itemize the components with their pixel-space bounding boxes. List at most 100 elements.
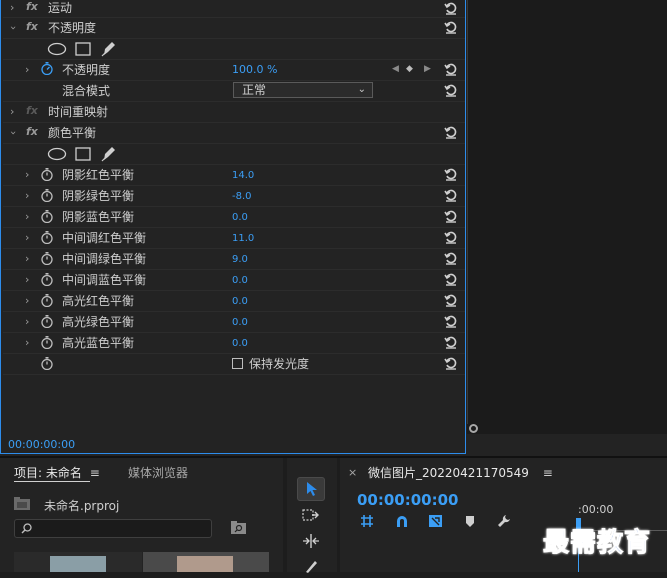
stopwatch-icon[interactable] (41, 294, 53, 307)
color-balance-param-row[interactable]: › 中间调绿色平衡 9.0 (3, 249, 465, 270)
color-balance-param-row[interactable]: › 阴影绿色平衡 -8.0 (3, 186, 465, 207)
effect-timeline-scrollbar[interactable] (467, 424, 667, 434)
chevron-right-icon[interactable]: › (25, 315, 29, 329)
blend-mode-select[interactable]: 正常 ⌄ (233, 82, 373, 98)
add-keyframe-icon[interactable]: ◆ (406, 64, 413, 74)
track-select-tool[interactable] (297, 504, 323, 526)
stopwatch-icon[interactable] (41, 210, 53, 223)
chevron-right-icon[interactable]: › (25, 294, 29, 308)
chevron-right-icon[interactable]: › (25, 63, 29, 77)
rectangle-mask-icon[interactable] (75, 42, 91, 56)
scroll-handle[interactable] (469, 424, 478, 433)
next-keyframe-icon[interactable]: ▶ (424, 64, 431, 74)
chevron-right-icon[interactable]: › (25, 231, 29, 245)
prev-keyframe-icon[interactable]: ◀ (392, 64, 399, 74)
wrench-icon[interactable] (497, 514, 511, 528)
stopwatch-icon[interactable] (41, 252, 53, 265)
param-value[interactable]: 14.0 (232, 169, 254, 183)
ellipse-mask-icon[interactable] (47, 147, 67, 161)
reset-icon[interactable] (444, 293, 458, 307)
effect-motion-row[interactable]: › fx 运动 (3, 0, 465, 18)
selection-tool[interactable] (297, 477, 325, 501)
color-balance-param-row[interactable]: › 高光蓝色平衡 0.0 (3, 333, 465, 354)
stopwatch-icon[interactable] (41, 189, 53, 202)
reset-icon[interactable] (444, 62, 458, 76)
add-marker-icon[interactable] (465, 515, 475, 528)
chevron-right-icon[interactable]: › (25, 336, 29, 350)
reset-icon[interactable] (444, 251, 458, 265)
param-value[interactable]: 0.0 (232, 337, 248, 351)
reset-icon[interactable] (444, 125, 458, 139)
param-value[interactable]: 11.0 (232, 232, 254, 246)
close-icon[interactable]: × (348, 466, 357, 479)
panel-menu-icon[interactable]: ≡ (90, 466, 100, 480)
search-input[interactable] (14, 519, 212, 538)
reset-icon[interactable] (444, 83, 458, 97)
ripple-edit-tool[interactable] (297, 530, 323, 552)
reset-icon[interactable] (444, 209, 458, 223)
nest-sequence-icon[interactable] (360, 514, 374, 528)
color-balance-param-row[interactable]: › 高光红色平衡 0.0 (3, 291, 465, 312)
reset-icon[interactable] (444, 272, 458, 286)
param-value[interactable]: 9.0 (232, 253, 248, 267)
stopwatch-icon[interactable] (41, 273, 53, 286)
pen-mask-icon[interactable] (101, 40, 117, 57)
stopwatch-icon[interactable] (41, 168, 53, 181)
fx-icon[interactable]: fx (26, 125, 38, 138)
color-balance-param-row[interactable]: › 中间调蓝色平衡 0.0 (3, 270, 465, 291)
param-value[interactable]: 0.0 (232, 211, 248, 225)
snap-magnet-icon[interactable] (395, 515, 409, 528)
pen-mask-icon[interactable] (101, 145, 117, 162)
opacity-value[interactable]: 100.0 % (232, 63, 277, 77)
tab-project[interactable]: 项目: 未命名 ≡ (14, 464, 100, 481)
param-value[interactable]: 0.0 (232, 274, 248, 288)
playhead-timecode[interactable]: 00:00:00:00 (357, 491, 459, 509)
reset-icon[interactable] (444, 314, 458, 328)
stopwatch-icon[interactable] (41, 357, 53, 370)
chevron-down-icon[interactable]: › (6, 26, 20, 30)
effect-time-remap-row[interactable]: › fx 时间重映射 (3, 102, 465, 123)
color-balance-param-row[interactable]: › 高光绿色平衡 0.0 (3, 312, 465, 333)
color-balance-param-row[interactable]: › 中间调红色平衡 11.0 (3, 228, 465, 249)
linked-selection-icon[interactable] (428, 514, 443, 528)
effect-color-balance-row[interactable]: › fx 颜色平衡 (3, 123, 465, 144)
chevron-down-icon[interactable]: › (6, 131, 20, 135)
panel-menu-icon[interactable]: ≡ (543, 466, 553, 480)
effect-timeline-area[interactable] (467, 0, 667, 424)
reset-icon[interactable] (444, 230, 458, 244)
fx-icon[interactable]: fx (26, 0, 38, 13)
chevron-right-icon[interactable]: › (10, 105, 14, 119)
reset-icon[interactable] (444, 20, 458, 34)
chevron-right-icon[interactable]: › (25, 189, 29, 203)
chevron-right-icon[interactable]: › (25, 273, 29, 287)
effect-controls-timecode[interactable]: 00:00:00:00 (3, 436, 465, 454)
fx-icon[interactable]: fx (26, 20, 38, 33)
reset-icon[interactable] (444, 335, 458, 349)
reset-icon[interactable] (444, 356, 458, 370)
color-balance-param-row[interactable]: › 阴影红色平衡 14.0 (3, 165, 465, 186)
param-value[interactable]: 0.0 (232, 316, 248, 330)
media-thumbnail-1[interactable] (14, 552, 142, 572)
chevron-right-icon[interactable]: › (25, 168, 29, 182)
chevron-right-icon[interactable]: › (25, 252, 29, 266)
reset-icon[interactable] (444, 167, 458, 181)
color-balance-param-row[interactable]: › 阴影蓝色平衡 0.0 (3, 207, 465, 228)
razor-tool[interactable] (297, 556, 323, 578)
reset-icon[interactable] (444, 1, 458, 15)
chevron-right-icon[interactable]: › (25, 210, 29, 224)
param-value[interactable]: 0.0 (232, 295, 248, 309)
stopwatch-icon[interactable] (41, 336, 53, 349)
new-search-bin-icon[interactable] (231, 521, 246, 534)
param-value[interactable]: -8.0 (232, 190, 252, 204)
tab-media-browser[interactable]: 媒体浏览器 (128, 464, 188, 481)
stopwatch-icon[interactable] (41, 315, 53, 328)
stopwatch-icon[interactable] (41, 231, 53, 244)
reset-icon[interactable] (444, 188, 458, 202)
rectangle-mask-icon[interactable] (75, 147, 91, 161)
effect-opacity-row[interactable]: › fx 不透明度 (3, 18, 465, 39)
media-thumbnail-2[interactable] (143, 552, 269, 572)
ellipse-mask-icon[interactable] (47, 42, 67, 56)
preserve-luminosity-checkbox[interactable] (232, 358, 243, 369)
stopwatch-active-icon[interactable] (41, 62, 53, 75)
opacity-property-row[interactable]: › 不透明度 100.0 % ◀ ◆ ▶ (3, 60, 465, 81)
